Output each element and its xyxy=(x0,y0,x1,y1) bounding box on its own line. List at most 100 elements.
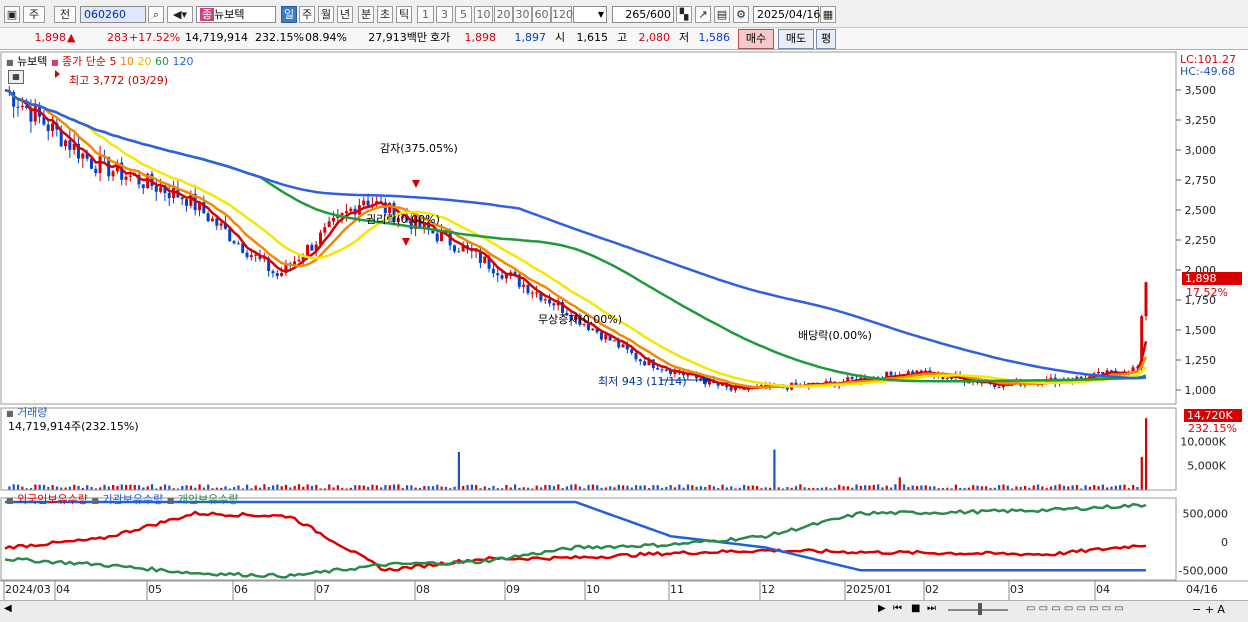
period-week[interactable]: 주 xyxy=(299,6,315,23)
candle-body xyxy=(457,251,461,253)
candle-body xyxy=(81,153,85,159)
stock-legend-name: 뉴보텍 xyxy=(17,55,48,68)
period-year[interactable]: 년 xyxy=(337,6,353,23)
price-tick-label: 3,000 xyxy=(1185,144,1217,157)
first-icon[interactable]: ⏮ xyxy=(893,603,902,614)
market-select[interactable]: 주 xyxy=(23,6,45,23)
zoom-slider-handle[interactable] xyxy=(978,603,982,615)
ma-10-line xyxy=(4,88,1148,389)
volume-bar xyxy=(652,485,655,490)
volume-bar xyxy=(920,485,923,490)
minute-5[interactable]: 5 xyxy=(455,6,472,23)
candle-body xyxy=(344,211,348,214)
minute-20-label: 20 xyxy=(496,8,511,21)
period-tick[interactable]: 틱 xyxy=(396,6,412,23)
volume-bar xyxy=(902,484,906,490)
candle-body xyxy=(98,156,102,173)
volume-bar xyxy=(466,484,469,490)
eval-button[interactable]: 평 xyxy=(816,29,836,49)
candle-body xyxy=(141,184,145,189)
calendar-icon[interactable]: ▦ xyxy=(820,6,836,23)
volume-bar xyxy=(574,484,577,490)
volume-bar xyxy=(513,484,517,490)
sound-icon[interactable]: ◀▾ xyxy=(167,6,193,23)
prev-button[interactable]: 전 xyxy=(54,6,76,23)
panel-marker-icon: ■ xyxy=(6,58,14,67)
volume-bar xyxy=(224,486,227,490)
save-icon[interactable]: ▤ xyxy=(714,6,730,23)
period-minute[interactable]: 분 xyxy=(358,6,374,23)
volume-bar xyxy=(116,486,119,490)
candle-body xyxy=(68,140,72,150)
code-input[interactable]: 060260 xyxy=(80,6,146,23)
minute-3[interactable]: 3 xyxy=(436,6,453,23)
individual-holding-label: 개인보유수량 xyxy=(177,493,239,506)
candle-body xyxy=(249,255,253,258)
buy-button[interactable]: 매수 xyxy=(738,29,774,49)
volume-bar xyxy=(284,484,288,490)
minute-1[interactable]: 1 xyxy=(417,6,434,23)
volume-bar xyxy=(643,485,646,490)
volume-bar xyxy=(557,484,560,490)
scroll-right-icon[interactable]: ▶ xyxy=(878,603,886,614)
custom-period-select[interactable]: ▼ xyxy=(573,6,607,23)
sell-button[interactable]: 매도 xyxy=(778,29,814,49)
candle-body xyxy=(643,361,647,366)
last-icon[interactable]: ⏭ xyxy=(927,603,936,614)
ma-60-line xyxy=(4,88,1147,383)
candle-body xyxy=(275,273,279,277)
volume-bar xyxy=(548,484,551,490)
stock-name: 뉴보텍 xyxy=(214,8,245,21)
window-icon[interactable]: ▣ xyxy=(4,6,20,23)
period-month[interactable]: 월 xyxy=(318,6,334,23)
minute-60[interactable]: 60 xyxy=(532,6,551,23)
volume-bar xyxy=(168,485,171,490)
volume-bar xyxy=(440,486,443,490)
volume-bar xyxy=(397,484,400,490)
volume-bar xyxy=(721,484,724,490)
volume-bar xyxy=(12,484,15,490)
candle-body xyxy=(686,375,690,377)
stop-icon[interactable]: ■ xyxy=(911,603,920,614)
volume-bar xyxy=(1041,486,1044,490)
volume-bar xyxy=(712,486,716,490)
stock-name-field[interactable]: 종 뉴보텍 xyxy=(196,6,276,23)
volume-bar xyxy=(980,486,983,490)
candle-body xyxy=(271,271,275,274)
low-label: 저 xyxy=(679,31,690,44)
volume-bar xyxy=(1023,486,1027,490)
holding-tick-label: 0 xyxy=(1221,536,1228,549)
ma-20-label: 20 xyxy=(137,55,152,68)
chart-tool-icon[interactable]: ▚ xyxy=(676,6,692,23)
period-day-label: 일 xyxy=(283,8,295,21)
count-field[interactable]: 265/600 xyxy=(612,6,674,23)
minute-10[interactable]: 10 xyxy=(474,6,493,23)
period-day[interactable]: 일 xyxy=(281,6,297,23)
minute-120[interactable]: 120 xyxy=(551,6,573,23)
candle-body xyxy=(496,273,500,276)
zoom-controls[interactable]: − + A xyxy=(1192,603,1225,616)
volume-bar xyxy=(302,486,305,490)
period-second[interactable]: 초 xyxy=(377,6,393,23)
gear-icon[interactable]: ⚙ xyxy=(733,6,749,23)
price-tick-label: 1,000 xyxy=(1185,384,1217,397)
chart-area[interactable]: 3,5003,2503,0002,7502,5002,2502,0001,750… xyxy=(0,50,1248,621)
minute-30[interactable]: 30 xyxy=(513,6,532,23)
volume-bar xyxy=(293,485,296,490)
volume-bar xyxy=(1036,484,1040,490)
layout-icons[interactable]: ▭ ▭ ▭ ▭ ▭ ▭ ▭ ▭ xyxy=(1026,603,1124,614)
x-axis-label: 11 xyxy=(670,583,684,596)
high-annotation: 최고 3,772 (03/29) xyxy=(69,74,169,87)
table-view-icon[interactable]: ▦ xyxy=(8,70,24,84)
search-icon[interactable]: ⌕ xyxy=(148,6,164,23)
x-axis-label: 10 xyxy=(586,583,600,596)
date-field[interactable]: 2025/04/16 xyxy=(753,6,820,23)
scroll-left-icon[interactable]: ◀ xyxy=(4,603,12,614)
minute-20[interactable]: 20 xyxy=(494,6,513,23)
volume-bar xyxy=(985,486,988,490)
count-value: 265 xyxy=(625,8,647,21)
line-tool-icon[interactable]: ↗ xyxy=(695,6,711,23)
volume-bar xyxy=(77,485,80,490)
market-label: 주 xyxy=(28,8,40,21)
candle-body xyxy=(64,140,68,147)
